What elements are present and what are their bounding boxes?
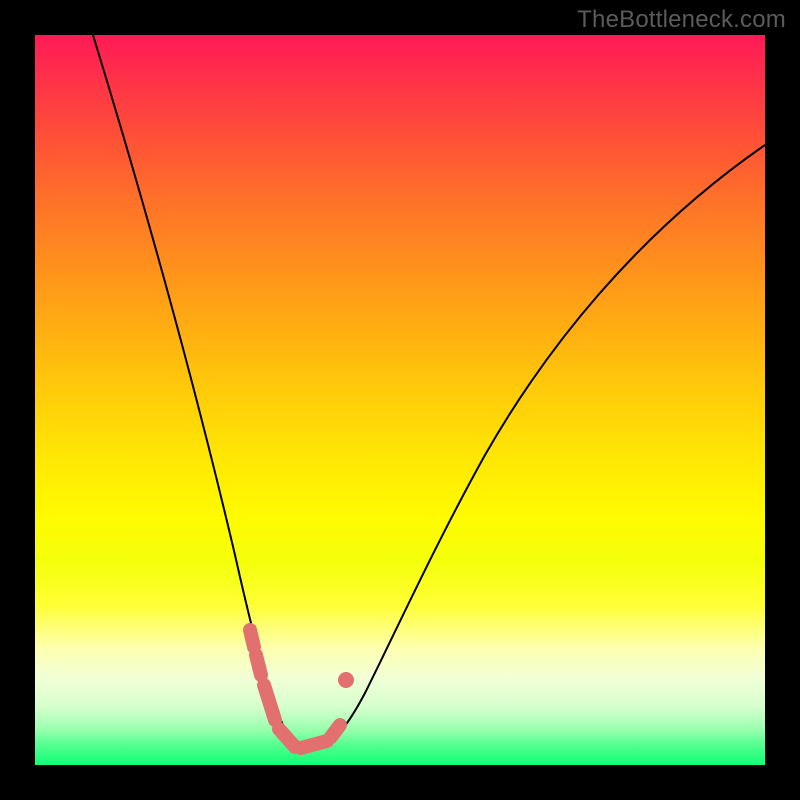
highlight-markers (250, 630, 354, 748)
chart-svg (35, 35, 765, 765)
watermark-text: TheBottleneck.com (577, 6, 786, 34)
chart-frame: TheBottleneck.com (0, 0, 800, 800)
plot-area (35, 35, 765, 765)
bottleneck-curve (93, 35, 765, 750)
